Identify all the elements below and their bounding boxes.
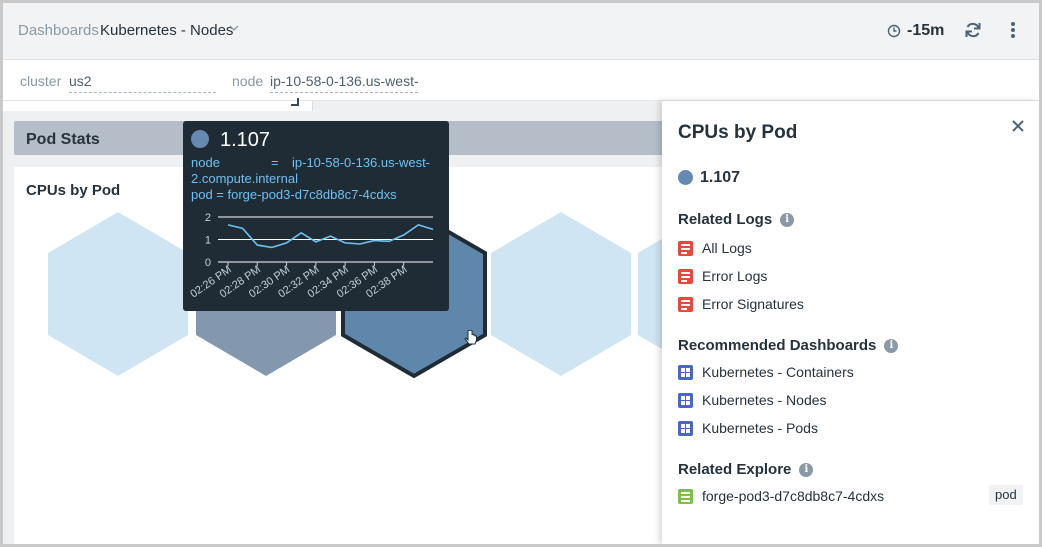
more-vertical-icon[interactable]	[1003, 20, 1023, 40]
drawer-title: CPUs by Pod	[678, 122, 798, 143]
panel-title: CPUs by Pod	[26, 182, 121, 199]
related-log-label: Error Logs	[702, 268, 768, 284]
explore-title: Related Explore	[678, 461, 792, 478]
previous-panel-edge	[3, 101, 313, 111]
series-color-dot	[191, 130, 209, 148]
recommended-dashboards-heading: Recommended Dashboards i	[678, 337, 899, 354]
log-search-icon	[678, 296, 693, 312]
related-log-error-logs[interactable]: Error Logs	[678, 267, 767, 285]
dashboard-header: Dashboards Kubernetes - Nodes -15m	[3, 3, 1039, 60]
drawer-value: 1.107	[700, 169, 741, 186]
filter-label-cluster: cluster	[20, 73, 62, 89]
log-search-icon	[678, 240, 693, 256]
y-tick-label: 0	[205, 257, 211, 269]
recommended-dashboard-nodes[interactable]: Kubernetes - Nodes	[678, 391, 827, 409]
tooltip-node-equals: =	[271, 155, 279, 170]
y-tick-label: 1	[205, 235, 211, 247]
series-color-dot	[678, 170, 693, 185]
explore-icon	[678, 488, 693, 504]
refresh-icon[interactable]	[963, 20, 983, 40]
chevron-down-icon[interactable]	[229, 23, 239, 33]
tooltip-value: 1.107	[220, 129, 271, 151]
tooltip-pod: pod = forge-pod3-d7c8db8c7-4cdxs	[191, 187, 397, 202]
y-tick-label: 2	[205, 212, 211, 224]
breadcrumb-dashboards[interactable]: Dashboards	[18, 22, 99, 39]
recommended-dashboard-label: Kubernetes - Nodes	[702, 392, 827, 408]
dashboard-icon	[678, 392, 693, 408]
dashboard-icon	[678, 364, 693, 380]
related-explore-heading: Related Explore i	[678, 461, 814, 478]
explore-type-tag: pod	[989, 485, 1023, 505]
time-range-label: -15m	[907, 22, 945, 39]
honeycomb-cell	[48, 212, 188, 376]
sparkline-chart: 01202:26 PM02:28 PM02:30 PM02:32 PM02:34…	[188, 212, 434, 300]
close-icon[interactable]	[1010, 118, 1026, 134]
related-log-error-signatures[interactable]: Error Signatures	[678, 295, 804, 313]
filter-bar: cluster us2 node ip-10-58-0-136.us-west-…	[3, 60, 1039, 101]
hand-cursor-icon	[464, 330, 477, 345]
honeycomb-cell	[638, 237, 664, 351]
clock-icon	[887, 24, 901, 38]
recommended-dashboard-pods[interactable]: Kubernetes - Pods	[678, 419, 818, 437]
related-log-label: Error Signatures	[702, 296, 804, 312]
recommended-dashboard-label: Kubernetes - Pods	[702, 420, 818, 436]
filter-label-node: node	[232, 73, 264, 89]
filter-input-cluster[interactable]: us2	[69, 73, 216, 93]
tooltip-node-label: node	[191, 155, 220, 170]
recommended-title: Recommended Dashboards	[678, 337, 877, 354]
series-line	[227, 224, 434, 249]
related-log-all-logs[interactable]: All Logs	[678, 239, 752, 257]
app-window: Dashboards Kubernetes - Nodes -15m clust…	[3, 3, 1039, 544]
filter-input-node[interactable]: ip-10-58-0-136.us-west-2.compute.interna…	[270, 73, 418, 93]
related-logs-title: Related Logs	[678, 211, 773, 228]
recommended-dashboard-label: Kubernetes - Containers	[702, 364, 854, 380]
dashboard-icon	[678, 420, 693, 436]
log-search-icon	[678, 268, 693, 284]
resize-handle-icon[interactable]	[291, 98, 299, 106]
section-title: Pod Stats	[26, 131, 100, 148]
tooltip-node-value: ip-10-58-0-136.us-west-	[292, 155, 431, 170]
dashboard-select[interactable]: Kubernetes - Nodes	[100, 22, 233, 39]
tooltip: 1.107 node = ip-10-58-0-136.us-west- 2.c…	[183, 121, 449, 311]
tooltip-node-value-cont: 2.compute.internal	[191, 171, 298, 186]
info-icon[interactable]: i	[799, 462, 814, 477]
recommended-dashboard-containers[interactable]: Kubernetes - Containers	[678, 363, 854, 381]
explore-item-label: forge-pod3-d7c8db8c7-4cdxs	[702, 488, 885, 504]
related-log-label: All Logs	[702, 240, 752, 256]
info-icon[interactable]: i	[780, 212, 795, 227]
info-icon[interactable]: i	[884, 338, 899, 353]
honeycomb-cell	[491, 212, 631, 376]
explore-item-pod[interactable]: forge-pod3-d7c8db8c7-4cdxs	[678, 487, 884, 505]
related-logs-heading: Related Logs i	[678, 211, 795, 228]
time-range-button[interactable]: -15m	[887, 21, 944, 41]
details-drawer: CPUs by Pod 1.107 Related Logs i All Log…	[662, 101, 1039, 544]
